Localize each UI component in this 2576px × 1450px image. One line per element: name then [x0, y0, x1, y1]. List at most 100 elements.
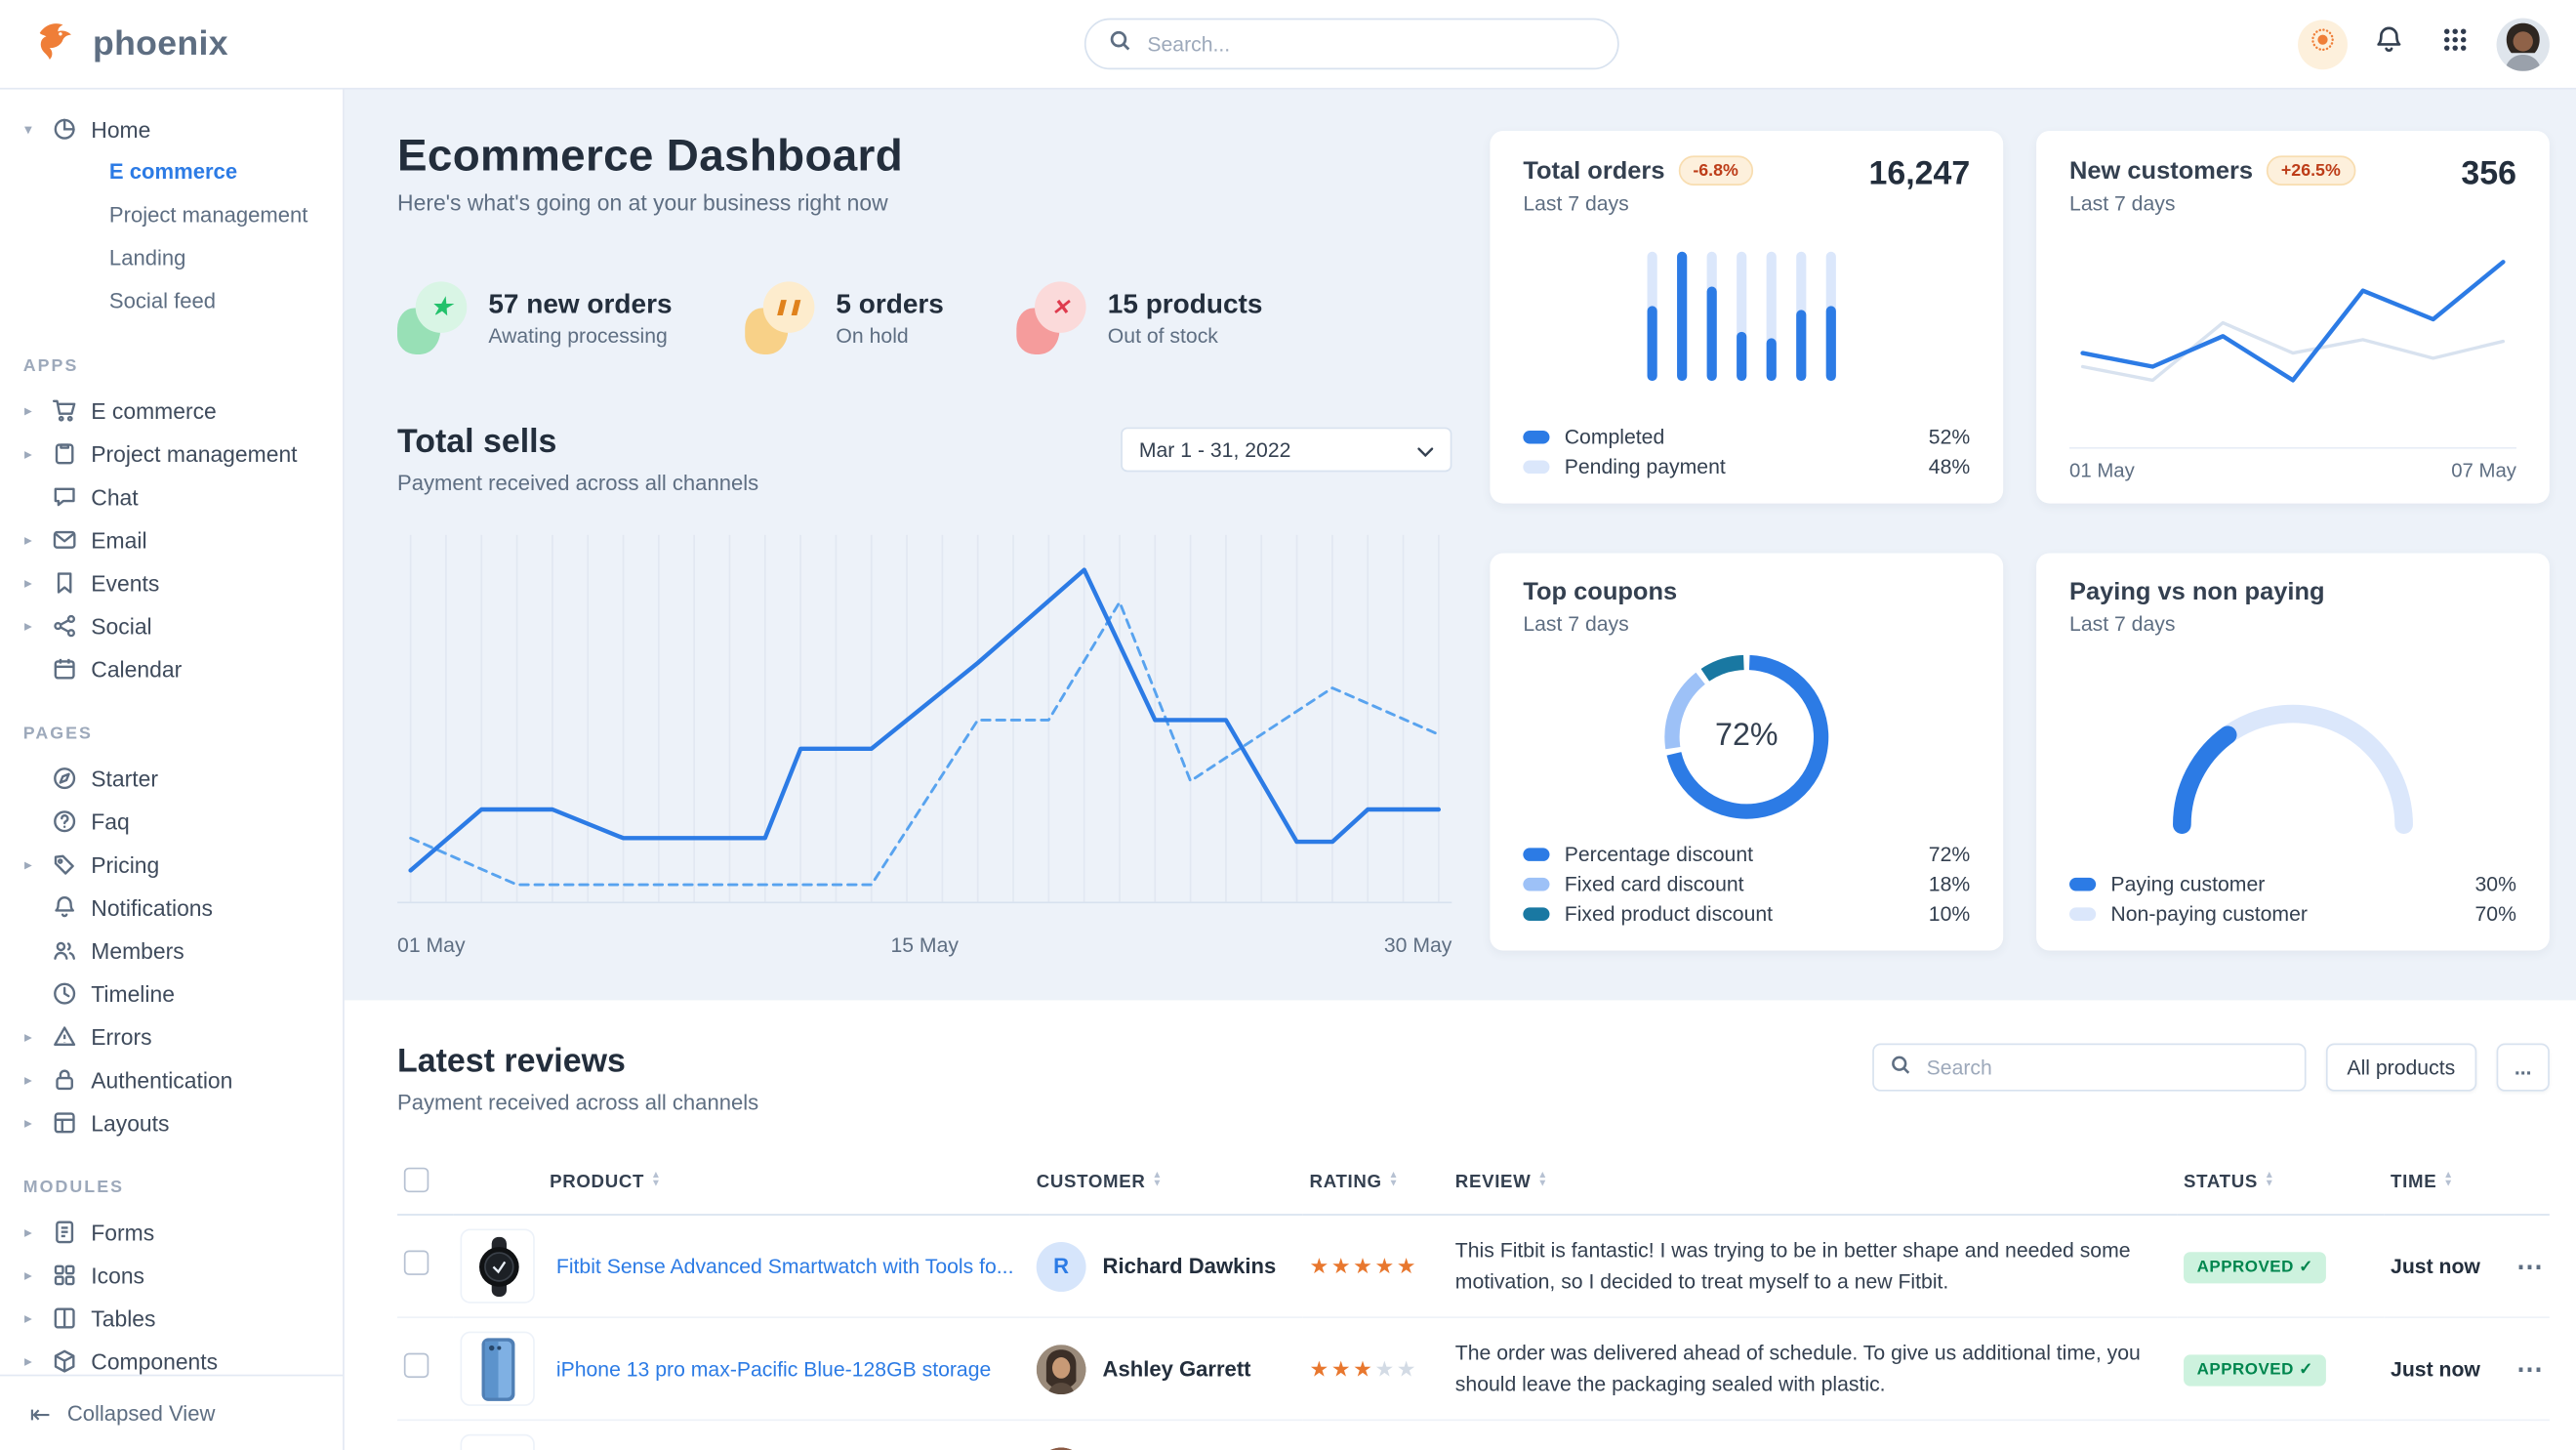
sidebar-item-timeline[interactable]: Timeline — [20, 973, 329, 1015]
row-checkbox[interactable] — [404, 1352, 429, 1377]
sidebar-item-icons[interactable]: ▸ Icons — [20, 1254, 329, 1297]
sidebar-item-ecommerce-dashboard[interactable]: E commerce — [20, 150, 329, 193]
rating-stars: ★★★★★ — [1310, 1353, 1419, 1382]
sidebar-item-label: Layouts — [91, 1110, 169, 1135]
bookmark-icon — [50, 569, 78, 598]
calendar-icon — [50, 655, 78, 684]
sidebar-item-chat[interactable]: Chat — [20, 476, 329, 518]
clock-icon — [50, 979, 78, 1008]
top-navbar: phoenix — [0, 0, 2576, 88]
stat-value: 15 products — [1108, 289, 1263, 320]
product-link[interactable]: Fitbit Sense Advanced Smartwatch with To… — [556, 1255, 1014, 1278]
sidebar-item-social-feed[interactable]: Social feed — [20, 280, 329, 323]
total-sells-chart[interactable]: 01 May 15 May 30 May — [397, 528, 1452, 957]
user-avatar[interactable] — [2497, 18, 2550, 70]
legend-swatch — [1523, 878, 1549, 891]
column-header-review[interactable]: REVIEW▲▼ — [1449, 1154, 2177, 1215]
tag-icon — [50, 850, 78, 879]
sidebar-item-label: Components — [91, 1348, 218, 1373]
product-link[interactable]: iPhone 13 pro max-Pacific Blue-128GB sto… — [556, 1357, 991, 1381]
customer-cell[interactable]: Ashley Garrett — [1037, 1344, 1296, 1393]
sidebar-item-label: Icons — [91, 1263, 144, 1287]
column-header-customer[interactable]: CUSTOMER▲▼ — [1030, 1154, 1303, 1215]
new-customers-line-chart[interactable] — [2069, 215, 2516, 446]
row-menu-button[interactable]: ⋯ — [2500, 1317, 2550, 1420]
all-products-button[interactable]: All products — [2325, 1043, 2476, 1091]
sidebar-item-email[interactable]: ▸ Email — [20, 518, 329, 561]
review-text: The order was delivered ahead of schedul… — [1455, 1339, 2171, 1398]
sort-icon: ▲▼ — [1389, 1173, 1400, 1189]
review-time: Just now — [2391, 1357, 2480, 1381]
sidebar-item-notifications[interactable]: Notifications — [20, 886, 329, 929]
brand-logo[interactable]: phoenix — [33, 17, 348, 71]
stat-value: 57 new orders — [488, 289, 672, 320]
star-blob-icon: ★ — [397, 281, 467, 354]
global-search[interactable] — [1084, 19, 1619, 70]
x-label: 15 May — [890, 934, 959, 958]
row-checkbox[interactable] — [404, 1250, 429, 1274]
reviews-search[interactable] — [1872, 1043, 2306, 1091]
theme-toggle-button[interactable] — [2298, 20, 2348, 69]
caret-down-icon: ▾ — [20, 120, 36, 139]
sidebar-item-label: Email — [91, 527, 146, 552]
sidebar-item-label: Authentication — [91, 1067, 232, 1092]
sidebar-item-project-management-dashboard[interactable]: Project management — [20, 193, 329, 236]
sidebar-item-tables[interactable]: ▸ Tables — [20, 1297, 329, 1340]
layout-icon — [50, 1108, 78, 1137]
sidebar-item-starter[interactable]: Starter — [20, 757, 329, 800]
sidebar-item-label: Tables — [91, 1305, 155, 1330]
product-image-smartwatch — [460, 1228, 534, 1303]
sidebar-item-events[interactable]: ▸ Events — [20, 561, 329, 604]
customer-name: Ashley Garrett — [1103, 1356, 1251, 1381]
notifications-button[interactable] — [2364, 20, 2414, 69]
sidebar-item-project-management[interactable]: ▸ Project management — [20, 433, 329, 476]
sidebar-item-pricing[interactable]: ▸ Pricing — [20, 843, 329, 886]
sidebar-item-members[interactable]: Members — [20, 929, 329, 972]
legend-value: 48% — [1929, 455, 1970, 478]
sidebar-item-label: Forms — [91, 1220, 154, 1244]
sidebar-item-ecommerce[interactable]: ▸ E commerce — [20, 390, 329, 433]
sidebar-item-faq[interactable]: Faq — [20, 800, 329, 843]
card-title: Paying vs non paying — [2069, 578, 2325, 606]
phoenix-logo-icon — [33, 17, 79, 71]
reviews-more-button[interactable]: ... — [2497, 1043, 2550, 1091]
sidebar-item-home[interactable]: ▾ Home — [20, 107, 329, 150]
card-title: Total orders — [1523, 156, 1664, 185]
sidebar-item-label: Project management — [91, 441, 297, 466]
sidebar-item-components[interactable]: ▸ Components — [20, 1340, 329, 1375]
column-header-status[interactable]: STATUS▲▼ — [2177, 1154, 2384, 1215]
document-icon — [50, 1218, 78, 1246]
row-menu-button[interactable]: ⋯ — [2500, 1215, 2550, 1317]
sidebar-item-forms[interactable]: ▸ Forms — [20, 1211, 329, 1254]
column-header-rating[interactable]: RATING▲▼ — [1303, 1154, 1449, 1215]
question-circle-icon — [50, 808, 78, 836]
envelope-icon — [50, 525, 78, 554]
table-row-partial — [397, 1420, 2550, 1450]
sidebar-item-layouts[interactable]: ▸ Layouts — [20, 1101, 329, 1144]
quick-stats: ★ 57 new orders Awating processing ❚❚ — [397, 281, 1452, 354]
sidebar-item-calendar[interactable]: Calendar — [20, 647, 329, 690]
sidebar-item-errors[interactable]: ▸ Errors — [20, 1015, 329, 1058]
reviews-search-input[interactable] — [1923, 1055, 2287, 1081]
paying-gauge-chart[interactable] — [2069, 636, 2516, 866]
date-range-select[interactable]: Mar 1 - 31, 2022 — [1121, 428, 1452, 473]
share-icon — [50, 612, 78, 641]
x-label: 01 May — [397, 934, 466, 958]
legend-label: Completed — [1565, 426, 1665, 449]
search-input[interactable] — [1144, 30, 1594, 57]
sidebar-item-landing[interactable]: Landing — [20, 237, 329, 280]
sidebar-item-social[interactable]: ▸ Social — [20, 604, 329, 647]
column-header-time[interactable]: TIME▲▼ — [2384, 1154, 2500, 1215]
sidebar-item-authentication[interactable]: ▸ Authentication — [20, 1058, 329, 1101]
app-launcher-button[interactable] — [2431, 20, 2480, 69]
sort-icon: ▲▼ — [651, 1173, 662, 1189]
column-header-product[interactable]: PRODUCT▲▼ — [454, 1154, 1030, 1215]
sidebar-item-label: Social — [91, 613, 151, 638]
section-label-modules: MODULES — [23, 1178, 330, 1197]
total-orders-bar-chart[interactable] — [1523, 215, 1970, 419]
select-all-checkbox[interactable] — [404, 1168, 429, 1192]
collapse-sidebar-button[interactable]: ⇤ Collapsed View — [0, 1375, 343, 1450]
total-sells-header: Total sells Payment received across all … — [397, 424, 1452, 495]
top-coupons-donut-chart[interactable]: 72% — [1523, 636, 1970, 836]
customer-cell[interactable]: R Richard Dawkins — [1037, 1241, 1296, 1291]
